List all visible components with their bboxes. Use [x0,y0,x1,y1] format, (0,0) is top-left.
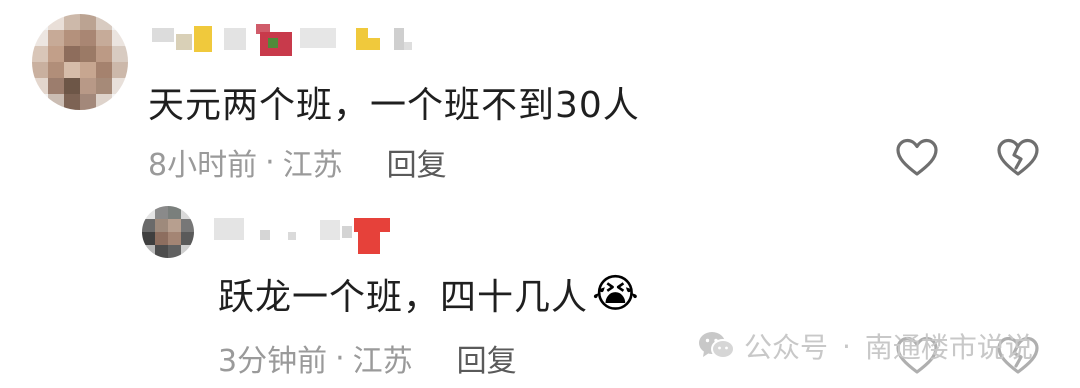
reply-button[interactable]: 回复 [387,140,447,184]
watermark-channel: 公众号 [744,331,829,364]
meta-separator: · [265,144,275,180]
reply-button[interactable]: 回复 [457,336,517,380]
dislike-broken-heart-icon[interactable] [996,138,1040,178]
avatar[interactable] [142,206,194,258]
watermark-account: 南通楼市说说 [864,331,1033,364]
wechat-icon [699,332,735,359]
watermark: 公众号 · 南通楼市说说 [698,326,1033,366]
comment-meta: 3分钟前 · 江苏 回复 [218,336,517,380]
location: 江苏 [282,148,343,183]
watermark-separator: · [842,329,851,363]
meta-separator: · [335,340,345,376]
like-heart-icon[interactable] [895,138,939,178]
crying-laughing-emoji: 😭 [592,271,639,317]
timestamp: 3分钟前 [218,344,328,379]
comment-meta: 8小时前 · 江苏 回复 [148,140,447,184]
username-obscured[interactable] [214,212,394,256]
avatar[interactable] [32,14,128,110]
location: 江苏 [352,344,413,379]
username-obscured[interactable] [150,22,420,56]
comment-text: 天元两个班，一个班不到30人 [148,85,640,126]
timestamp: 8小时前 [148,148,258,183]
comment-text: 跃龙一个班，四十几人 [218,277,589,318]
comment-text-row: 跃龙一个班，四十几人 😭 [218,268,639,320]
